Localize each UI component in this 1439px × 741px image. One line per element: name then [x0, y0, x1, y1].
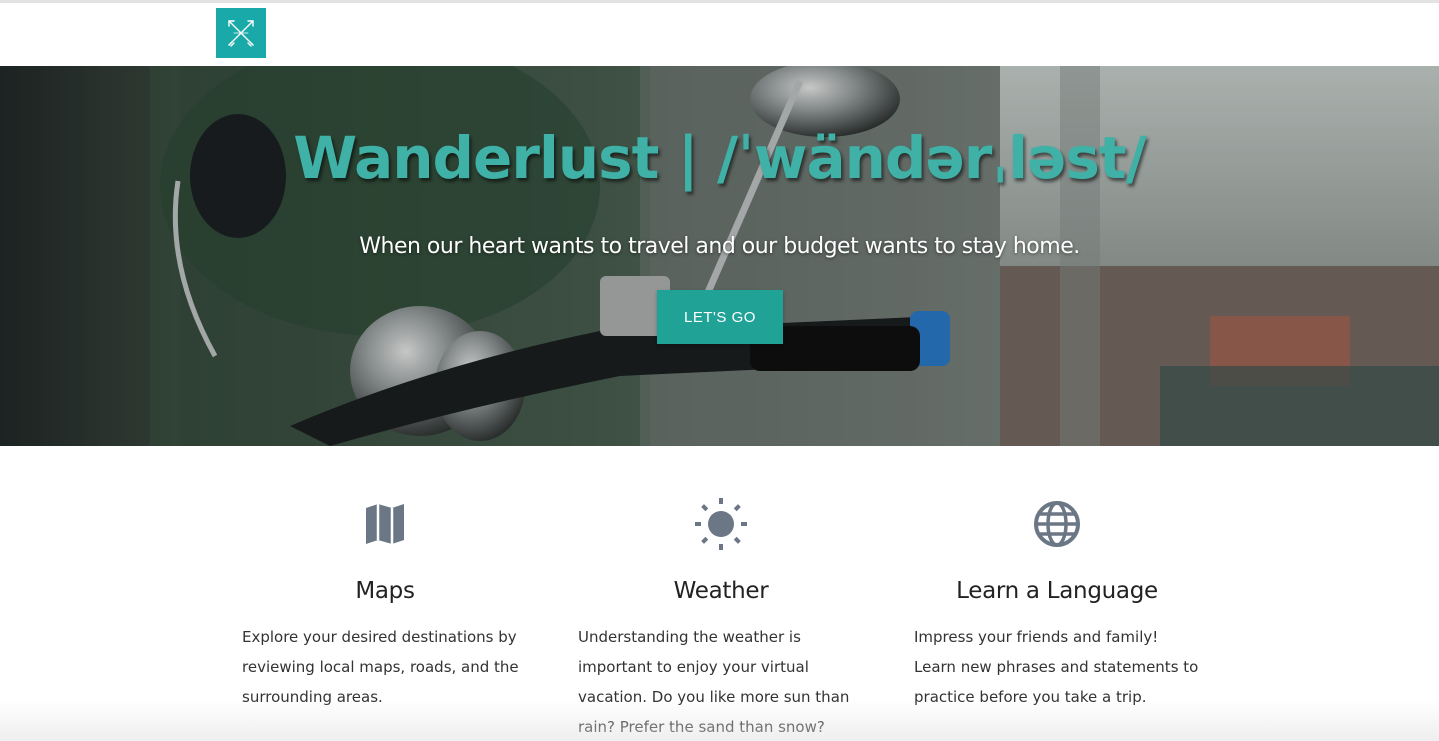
- feature-description: Understanding the weather is important t…: [578, 628, 850, 736]
- feature-title: Weather: [673, 578, 769, 604]
- feature-language: Learn a Language Impress your friends an…: [914, 446, 1200, 741]
- hero-title: Wanderlust | /ˈwändərˌləst/: [293, 124, 1147, 192]
- logo-link[interactable]: [216, 8, 266, 58]
- feature-maps: Maps Explore your desired destinations b…: [242, 446, 528, 741]
- feature-description: Impress your friends and family! Learn n…: [914, 628, 1199, 706]
- globe-icon: [1034, 501, 1080, 547]
- navbar: [0, 3, 1439, 66]
- map-icon: [366, 504, 404, 544]
- feature-title: Maps: [355, 578, 415, 604]
- feature-icon-wrap: [578, 496, 864, 552]
- sun-icon: [695, 498, 747, 550]
- lets-go-button[interactable]: LET'S GO: [657, 290, 783, 344]
- page: Wanderlust | /ˈwändərˌləst/ When our hea…: [0, 0, 1439, 741]
- feature-title: Learn a Language: [956, 578, 1158, 604]
- crossed-arrows-icon: [228, 20, 254, 47]
- feature-icon-wrap: [914, 496, 1200, 552]
- feature-icon-wrap: [242, 496, 528, 552]
- feature-description: Explore your desired destinations by rev…: [242, 628, 519, 706]
- feature-weather: Weather Understanding the weather is imp…: [578, 446, 864, 741]
- hero-subtitle: When our heart wants to travel and our b…: [359, 234, 1080, 259]
- hero-section: Wanderlust | /ˈwändərˌləst/ When our hea…: [0, 66, 1439, 446]
